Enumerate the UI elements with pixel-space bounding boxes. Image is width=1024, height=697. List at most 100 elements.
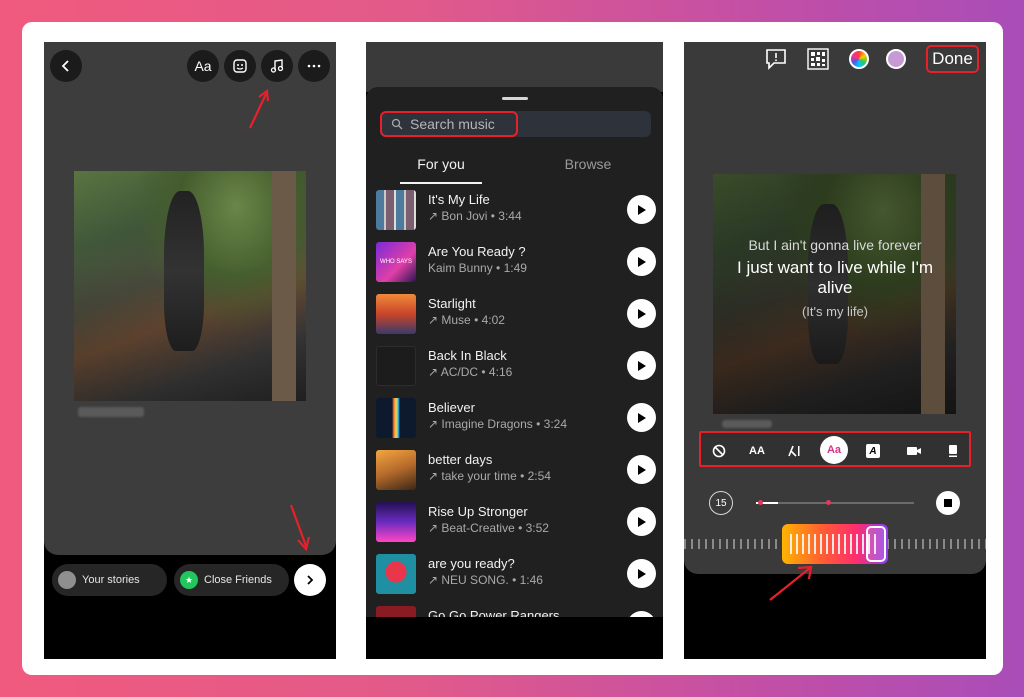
text-tool-button[interactable]: Aa xyxy=(187,50,219,82)
more-button[interactable] xyxy=(298,50,330,82)
clip-selector-handle[interactable] xyxy=(866,526,886,562)
your-stories-label: Your stories xyxy=(82,574,140,586)
style-bubble[interactable]: Aa xyxy=(820,436,848,464)
tab-browse-label: Browse xyxy=(564,156,612,172)
star-icon: ★ xyxy=(180,571,198,589)
style-box[interactable]: A xyxy=(861,439,885,463)
music-button[interactable] xyxy=(261,50,293,82)
song-title: Believer xyxy=(428,400,475,415)
qr-grid-icon[interactable] xyxy=(806,47,830,71)
tab-active-underline xyxy=(400,182,482,184)
album-thumb xyxy=(376,554,416,594)
done-label: Done xyxy=(932,49,973,68)
your-stories-button[interactable]: Your stories xyxy=(52,564,167,596)
song-row[interactable]: WHO SAYS Are You Ready ? Kaim Bunny • 1:… xyxy=(376,239,656,289)
song-row[interactable]: better days ↗ take your time • 2:54 xyxy=(376,447,656,497)
style-label: A xyxy=(869,445,877,457)
song-meta: ↗ Bon Jovi • 3:44 xyxy=(428,209,522,223)
chevron-right-icon xyxy=(307,575,314,585)
scrub-track[interactable] xyxy=(756,500,914,505)
song-title: It's My Life xyxy=(428,192,490,207)
close-friends-button[interactable]: ★ Close Friends xyxy=(174,564,289,596)
tab-for-you-label: For you xyxy=(417,156,465,172)
color-wheel-icon[interactable] xyxy=(849,49,869,69)
album-thumb xyxy=(376,294,416,334)
song-row[interactable]: It's My Life ↗ Bon Jovi • 3:44 xyxy=(376,187,656,237)
card-icon xyxy=(949,445,957,457)
scrub-dot xyxy=(758,500,763,505)
story-photo[interactable] xyxy=(74,171,306,401)
song-title: Back In Black xyxy=(428,348,507,363)
annotation-arrow-icon xyxy=(769,565,813,601)
close-friends-label: Close Friends xyxy=(204,574,272,586)
lyric-previous: But I ain't gonna live forever xyxy=(748,237,922,253)
style-typewriter[interactable]: AA xyxy=(745,439,769,463)
style-label: AA xyxy=(749,445,765,457)
style-card[interactable] xyxy=(941,439,965,463)
sticker-button[interactable] xyxy=(224,50,256,82)
no-lyrics-style[interactable] xyxy=(707,439,731,463)
avatar-icon xyxy=(58,571,76,589)
sheet-handle[interactable] xyxy=(502,97,528,100)
music-picker-panel: .p2 input::placeholder{color:#b5b5b5;} F… xyxy=(366,42,663,659)
album-thumb: WHO SAYS xyxy=(376,242,416,282)
play-button[interactable] xyxy=(627,351,656,380)
done-button[interactable]: Done xyxy=(926,45,979,73)
play-icon xyxy=(637,204,646,215)
bottom-bar xyxy=(366,617,663,659)
lyric-style-toolbar: AA Aa A xyxy=(699,431,971,467)
song-title: are you ready? xyxy=(428,556,515,571)
stop-button[interactable] xyxy=(936,491,960,515)
play-button[interactable] xyxy=(627,507,656,536)
song-row[interactable]: Starlight ↗ Muse • 4:02 xyxy=(376,291,656,341)
play-icon xyxy=(637,256,646,267)
wooden-post xyxy=(272,171,296,401)
lyric-current: I just want to live while I'm alive xyxy=(737,258,933,297)
style-karaoke[interactable] xyxy=(783,439,807,463)
video-icon xyxy=(907,447,921,455)
sticker-icon xyxy=(233,59,247,73)
play-button[interactable] xyxy=(627,195,656,224)
search-input[interactable] xyxy=(410,114,510,134)
chevron-left-icon xyxy=(61,60,69,72)
annotation-arrow-icon xyxy=(289,504,311,552)
play-button[interactable] xyxy=(627,455,656,484)
play-icon xyxy=(637,412,646,423)
tab-browse[interactable]: Browse xyxy=(546,156,630,184)
backdrop xyxy=(366,42,663,92)
play-icon xyxy=(637,360,646,371)
lyrics-editor-panel: Done But I ain't gonna live forever I ju… xyxy=(684,42,986,659)
feedback-icon[interactable] xyxy=(764,48,788,70)
play-icon xyxy=(637,568,646,579)
song-row[interactable]: Believer ↗ Imagine Dragons • 3:24 xyxy=(376,395,656,445)
song-row[interactable]: Rise Up Stronger ↗ Beat-Creative • 3:52 xyxy=(376,499,656,549)
song-row[interactable]: Back In Black ↗ AC/DC • 4:16 xyxy=(376,343,656,393)
stop-icon xyxy=(944,499,952,507)
play-button[interactable] xyxy=(627,403,656,432)
play-button[interactable] xyxy=(627,559,656,588)
scrub-dot xyxy=(826,500,831,505)
song-meta: ↗ NEU SONG. • 1:46 xyxy=(428,573,543,587)
style-video[interactable] xyxy=(902,439,926,463)
play-icon xyxy=(637,308,646,319)
song-title: Starlight xyxy=(428,296,476,311)
avatar-sticker-icon[interactable] xyxy=(886,49,906,69)
clip-duration-button[interactable]: 15 xyxy=(709,491,733,515)
song-meta: Kaim Bunny • 1:49 xyxy=(428,261,527,275)
play-button[interactable] xyxy=(627,299,656,328)
song-row[interactable]: are you ready? ↗ NEU SONG. • 1:46 xyxy=(376,551,656,601)
album-thumb xyxy=(376,502,416,542)
play-icon xyxy=(637,516,646,527)
album-thumb xyxy=(376,398,416,438)
back-button[interactable] xyxy=(50,50,82,82)
album-thumb xyxy=(376,190,416,230)
song-meta: ↗ AC/DC • 4:16 xyxy=(428,365,513,379)
song-title: Rise Up Stronger xyxy=(428,504,528,519)
album-thumb xyxy=(376,346,416,386)
next-button[interactable] xyxy=(294,564,326,596)
play-button[interactable] xyxy=(627,247,656,276)
clip-selector[interactable] xyxy=(782,524,888,564)
story-editor-panel: Aa Your stories ★ Close Friends xyxy=(44,42,336,659)
lambda-icon xyxy=(788,445,800,457)
tab-for-you[interactable]: For you xyxy=(400,156,482,184)
